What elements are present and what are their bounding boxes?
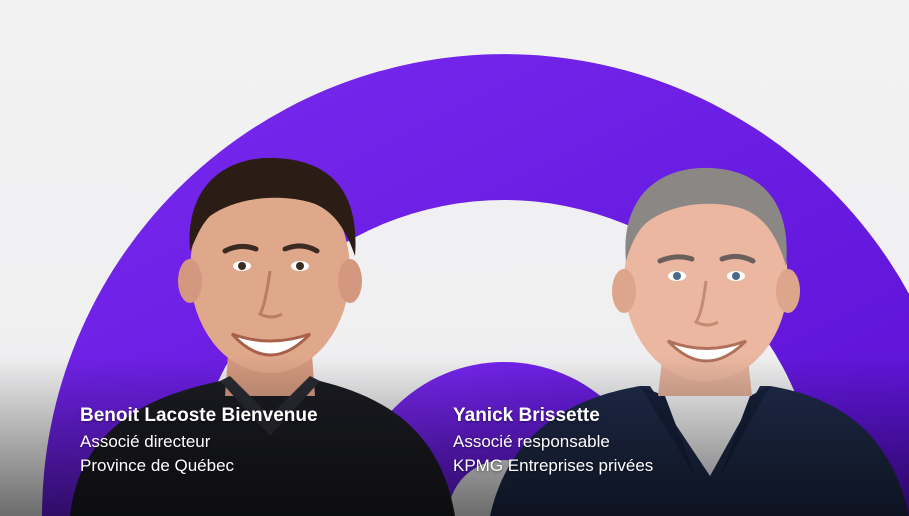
person-subtitle: Province de Québec [80, 456, 235, 475]
person-name: Yanick Brissette [453, 405, 600, 426]
caption-yanick: Yanick Brissette Associé responsable KPM… [453, 404, 653, 478]
hero-image: Benoit Lacoste Bienvenue Associé directe… [0, 0, 909, 516]
person-name: Benoit Lacoste Bienvenue [80, 405, 318, 426]
person-subtitle: KPMG Entreprises privées [453, 456, 654, 475]
person-title: Associé responsable [453, 432, 610, 451]
caption-benoit: Benoit Lacoste Bienvenue Associé directe… [80, 404, 318, 478]
person-title: Associé directeur [80, 432, 211, 451]
